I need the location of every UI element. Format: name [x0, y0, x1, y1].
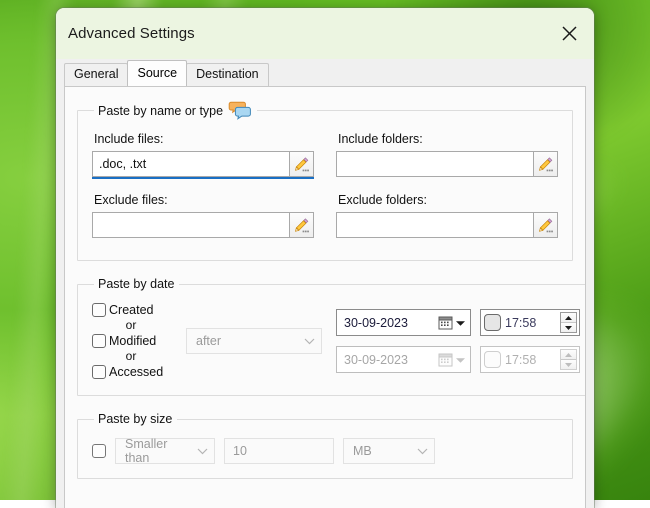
tab-source[interactable]: Source — [127, 60, 187, 86]
name-field-grid: Include files: Include folders: — [92, 126, 558, 246]
chevron-down-icon — [304, 338, 315, 345]
paste-by-name-legend: Paste by name or type — [94, 101, 257, 120]
time-spinner-primary[interactable] — [560, 312, 577, 333]
or-separator-2: or — [92, 350, 178, 363]
include-files-input[interactable] — [92, 151, 289, 177]
page-title: Advanced Settings — [68, 25, 195, 42]
paste-by-size-group: Paste by size Smaller than 10 MB — [77, 412, 573, 479]
modified-checkbox[interactable] — [92, 334, 106, 348]
include-folders-input[interactable] — [336, 151, 533, 177]
spinner-up-icon — [564, 352, 573, 358]
include-files-row — [92, 151, 314, 177]
calendar-icon — [438, 352, 453, 367]
spinner-down-icon — [564, 362, 573, 368]
paste-by-date-group: Paste by date Created or Modified or — [77, 277, 586, 396]
size-comparator-value: Smaller than — [125, 437, 189, 465]
exclude-folders-edit-button[interactable] — [533, 212, 558, 238]
time-spinner-secondary[interactable] — [560, 349, 577, 370]
date-row-primary: 30-09-2023 — [336, 309, 580, 336]
size-unit-dropdown[interactable]: MB — [343, 438, 435, 464]
paste-by-name-legend-label: Paste by name or type — [98, 104, 223, 118]
date-row-secondary: 30-09-2023 — [336, 346, 580, 373]
paste-by-name-group: Paste by name or type Include files: Inc… — [77, 101, 573, 261]
tab-destination[interactable]: Destination — [186, 63, 269, 86]
size-amount-input[interactable]: 10 — [224, 438, 334, 464]
paste-by-date-legend: Paste by date — [94, 277, 179, 291]
exclude-folders-input[interactable] — [336, 212, 533, 238]
date-picker-secondary[interactable]: 30-09-2023 — [336, 346, 471, 373]
time-spinner-down-primary[interactable] — [561, 323, 576, 332]
accessed-label: Accessed — [109, 365, 163, 379]
date-picker-primary-controls — [438, 315, 466, 330]
close-icon — [561, 25, 578, 42]
time-picker-primary[interactable]: 17:58 — [480, 309, 580, 336]
date-picker-secondary-value: 30-09-2023 — [344, 353, 408, 367]
include-files-edit-button[interactable] — [289, 151, 314, 177]
paste-by-size-legend: Paste by size — [94, 412, 177, 426]
created-label: Created — [109, 303, 153, 317]
date-condition-value: after — [196, 334, 221, 348]
size-amount-value: 10 — [233, 444, 247, 458]
exclude-files-input[interactable] — [92, 212, 289, 238]
created-checkbox[interactable] — [92, 303, 106, 317]
tab-strip: General Source Destination — [56, 59, 594, 86]
created-checkbox-row[interactable]: Created — [92, 301, 153, 319]
modified-label: Modified — [109, 334, 156, 348]
date-condition-dropdown[interactable]: after — [186, 328, 322, 354]
date-checkbox-column: Created or Modified or Accessed — [92, 301, 178, 381]
include-files-label: Include files: — [92, 126, 314, 149]
date-layout: Created or Modified or Accessed after — [92, 297, 580, 381]
spinner-up-icon — [564, 315, 573, 321]
time-picker-secondary[interactable]: 17:58 — [480, 346, 580, 373]
size-row: Smaller than 10 MB — [92, 432, 558, 464]
time-picker-secondary-value: 17:58 — [503, 353, 558, 367]
title-bar: Advanced Settings — [56, 8, 594, 59]
modified-checkbox-row[interactable]: Modified — [92, 332, 156, 350]
chevron-down-icon — [197, 448, 208, 455]
speech-bubbles-icon — [228, 101, 252, 120]
dropdown-arrow-icon — [455, 319, 466, 327]
time-toggle-secondary[interactable] — [484, 351, 501, 368]
accessed-checkbox[interactable] — [92, 365, 106, 379]
date-picker-primary-value: 30-09-2023 — [344, 316, 408, 330]
spinner-down-icon — [564, 325, 573, 331]
exclude-files-label: Exclude files: — [92, 187, 314, 210]
size-unit-value: MB — [353, 444, 372, 458]
exclude-folders-label: Exclude folders: — [336, 187, 558, 210]
pencil-icon — [293, 156, 310, 173]
date-picker-primary[interactable]: 30-09-2023 — [336, 309, 471, 336]
size-comparator-dropdown[interactable]: Smaller than — [115, 438, 215, 464]
include-folders-edit-button[interactable] — [533, 151, 558, 177]
pencil-icon — [537, 217, 554, 234]
source-tab-panel: Paste by name or type Include files: Inc… — [64, 86, 586, 508]
calendar-icon — [438, 315, 453, 330]
include-folders-row — [336, 151, 558, 177]
pencil-icon — [293, 217, 310, 234]
time-spinner-up-primary[interactable] — [561, 313, 576, 323]
chevron-down-icon — [417, 448, 428, 455]
pencil-icon — [537, 156, 554, 173]
exclude-folders-row — [336, 212, 558, 238]
exclude-files-edit-button[interactable] — [289, 212, 314, 238]
or-separator-1: or — [92, 319, 178, 332]
tab-general[interactable]: General — [64, 63, 128, 86]
exclude-files-row — [92, 212, 314, 238]
time-picker-primary-value: 17:58 — [503, 316, 558, 330]
include-folders-label: Include folders: — [336, 126, 558, 149]
date-value-column: 30-09-2023 — [336, 309, 580, 373]
time-toggle-primary[interactable] — [484, 314, 501, 331]
time-spinner-down-secondary[interactable] — [561, 360, 576, 369]
close-button[interactable] — [552, 18, 586, 50]
advanced-settings-dialog: Advanced Settings General Source Destina… — [56, 8, 594, 508]
accessed-checkbox-row[interactable]: Accessed — [92, 363, 163, 381]
date-picker-secondary-controls — [438, 352, 466, 367]
dropdown-arrow-icon — [455, 356, 466, 364]
time-spinner-up-secondary[interactable] — [561, 350, 576, 360]
size-enable-checkbox[interactable] — [92, 444, 106, 458]
